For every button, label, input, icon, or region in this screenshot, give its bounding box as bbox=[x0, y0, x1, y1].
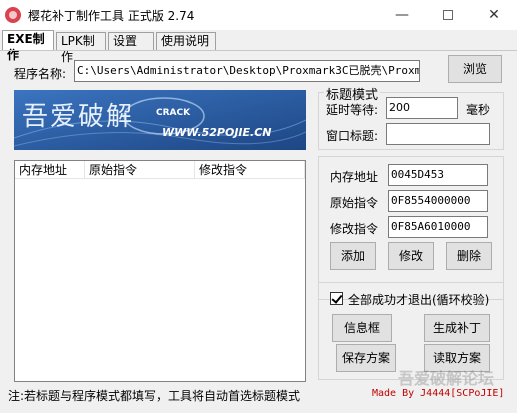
tab-divider bbox=[0, 50, 517, 51]
banner-crack: CRACK bbox=[156, 108, 191, 118]
window-title: 樱花补丁制作工具 正式版 2.74 bbox=[28, 9, 195, 23]
address-label: 内存地址 bbox=[330, 170, 379, 184]
column-address[interactable]: 内存地址 bbox=[15, 161, 85, 179]
window-title-input[interactable] bbox=[386, 123, 490, 145]
made-by-label: Made By J4444[SCPoJIE] bbox=[372, 388, 505, 399]
tab-bar: EXE制作 LPK制作 设置 使用说明 bbox=[0, 30, 517, 64]
program-name-label: 程序名称: bbox=[14, 67, 67, 81]
info-box-button[interactable]: 信息框 bbox=[332, 314, 392, 342]
column-original[interactable]: 原始指令 bbox=[85, 161, 195, 179]
status-note: 注:若标题与程序模式都填写，工具将自动首选标题模式 bbox=[8, 389, 301, 403]
maximize-button[interactable] bbox=[425, 0, 471, 30]
tab-settings[interactable]: 设置 bbox=[108, 32, 154, 50]
patch-list[interactable]: 内存地址 原始指令 修改指令 bbox=[14, 160, 306, 382]
tab-lpk[interactable]: LPK制作 bbox=[56, 32, 106, 64]
title-bar: 樱花补丁制作工具 正式版 2.74 — ✕ bbox=[0, 0, 517, 30]
close-button[interactable]: ✕ bbox=[471, 0, 517, 30]
app-icon bbox=[5, 7, 21, 23]
column-modified[interactable]: 修改指令 bbox=[195, 161, 305, 179]
browse-button[interactable]: 浏览 bbox=[448, 55, 502, 83]
exit-checkbox[interactable] bbox=[330, 292, 343, 305]
delete-button[interactable]: 删除 bbox=[446, 242, 492, 270]
window-title-label: 窗口标题: bbox=[326, 129, 379, 143]
watermark: 吾爱破解论坛 bbox=[398, 369, 495, 388]
banner-logo: 吾爱破解 CRACK WWW.52POJIE.CN bbox=[14, 90, 306, 150]
delay-label: 延时等待: bbox=[326, 103, 379, 117]
client-area: EXE制作 LPK制作 设置 使用说明 程序名称: C:\Users\Admin… bbox=[0, 30, 517, 413]
save-scheme-button[interactable]: 保存方案 bbox=[336, 344, 396, 372]
maximize-icon bbox=[443, 10, 453, 20]
exit-checkbox-label[interactable]: 全部成功才退出(循环校验) bbox=[348, 291, 489, 308]
delay-unit: 毫秒 bbox=[466, 103, 491, 117]
add-button[interactable]: 添加 bbox=[330, 242, 376, 270]
list-header: 内存地址 原始指令 修改指令 bbox=[15, 161, 305, 179]
banner-url: WWW.52POJIE.CN bbox=[162, 126, 272, 139]
generate-patch-button[interactable]: 生成补丁 bbox=[424, 314, 490, 342]
modify-button[interactable]: 修改 bbox=[388, 242, 434, 270]
address-input[interactable]: 0045D453 bbox=[388, 164, 488, 186]
minimize-button[interactable]: — bbox=[379, 0, 425, 30]
tab-exe[interactable]: EXE制作 bbox=[2, 30, 54, 62]
modified-label: 修改指令 bbox=[330, 222, 379, 236]
tab-help[interactable]: 使用说明 bbox=[156, 32, 216, 50]
program-path-field[interactable]: C:\Users\Administrator\Desktop\Proxmark3… bbox=[74, 60, 420, 82]
delay-input[interactable]: 200 bbox=[386, 97, 458, 119]
original-input[interactable]: 0F8554000000 bbox=[388, 190, 488, 212]
banner-logo-text: 吾爱破解 bbox=[22, 102, 135, 132]
modified-input[interactable]: 0F85A6010000 bbox=[388, 216, 488, 238]
original-label: 原始指令 bbox=[330, 196, 379, 210]
